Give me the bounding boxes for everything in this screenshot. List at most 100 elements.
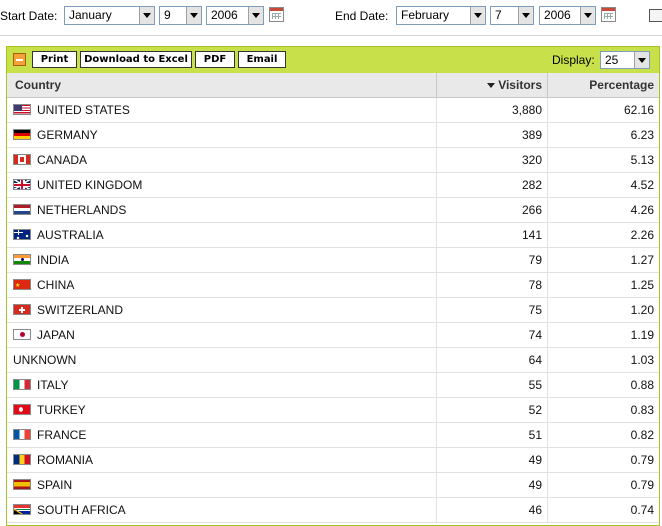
visitors-cell: 46 [436, 498, 542, 522]
us-flag-icon [13, 104, 31, 115]
table-row[interactable]: INDIA 79 1.27 [7, 248, 659, 273]
country-name: GERMANY [37, 128, 98, 142]
visitors-cell: 64 [436, 348, 542, 372]
country-name: UNITED STATES [37, 103, 130, 117]
display-count-select[interactable]: 25 [600, 51, 650, 69]
table-row[interactable]: TURKEY 52 0.83 [7, 398, 659, 423]
percentage-cell: 6.23 [547, 123, 654, 147]
table-row[interactable]: SWITZERLAND 75 1.20 [7, 298, 659, 323]
column-header-percentage[interactable]: Percentage [547, 73, 654, 97]
divider [0, 35, 662, 36]
in-flag-icon [13, 254, 31, 265]
country-name: CHINA [37, 278, 75, 292]
chevron-down-icon [634, 52, 649, 68]
es-flag-icon [13, 479, 31, 490]
date-filter-bar: Start Date: January 9 2006 End Date: Feb… [0, 0, 662, 34]
country-name: TURKEY [37, 403, 86, 417]
table-row[interactable]: UNKNOWN 64 1.03 [7, 348, 659, 373]
table-row[interactable]: AUSTRALIA 141 2.26 [7, 223, 659, 248]
country-name: ITALY [37, 378, 69, 392]
country-cell: JAPAN [13, 323, 75, 347]
start-date-label: Start Date: [0, 9, 58, 23]
visitors-cell: 320 [436, 148, 542, 172]
end-year-select[interactable]: 2006 [539, 6, 596, 25]
visitors-cell: 75 [436, 298, 542, 322]
country-cell: NETHERLANDS [13, 198, 126, 222]
chevron-down-icon [580, 7, 595, 24]
country-name: AUSTRALIA [37, 228, 104, 242]
country-name: JAPAN [37, 328, 75, 342]
table-row[interactable]: ITALY 55 0.88 [7, 373, 659, 398]
de-flag-icon [13, 129, 31, 140]
visitors-cell: 49 [436, 448, 542, 472]
email-button[interactable]: Email [238, 51, 286, 68]
country-name: ROMANIA [37, 453, 94, 467]
table-row[interactable]: FRANCE 51 0.82 [7, 423, 659, 448]
table-body: UNITED STATES 3,880 62.16 GERMANY 389 6.23 CAN… [7, 98, 659, 523]
country-cell: UNITED STATES [13, 98, 130, 122]
visitors-cell: 389 [436, 123, 542, 147]
column-header-country[interactable]: Country [15, 73, 61, 97]
percentage-cell: 0.79 [547, 473, 654, 497]
country-name: UNITED KINGDOM [37, 178, 143, 192]
table-row[interactable]: GERMANY 389 6.23 [7, 123, 659, 148]
table-row[interactable]: NETHERLANDS 266 4.26 [7, 198, 659, 223]
start-day-select[interactable]: 9 [159, 6, 202, 25]
au-flag-icon [13, 229, 31, 240]
table-row[interactable]: ROMANIA 49 0.79 [7, 448, 659, 473]
visitors-cell: 78 [436, 273, 542, 297]
table-row[interactable]: SOUTH AFRICA 46 0.74 [7, 498, 659, 523]
visitors-cell: 49 [436, 473, 542, 497]
fr-flag-icon [13, 429, 31, 440]
percentage-cell: 1.25 [547, 273, 654, 297]
jp-flag-icon [13, 329, 31, 340]
tr-flag-icon [13, 404, 31, 415]
country-cell: UNITED KINGDOM [13, 173, 142, 197]
gb-flag-icon [13, 179, 31, 190]
percentage-cell: 4.52 [547, 173, 654, 197]
country-name: SOUTH AFRICA [37, 503, 126, 517]
end-calendar-icon[interactable] [601, 7, 616, 22]
percentage-cell: 0.88 [547, 373, 654, 397]
start-month-select[interactable]: January [64, 6, 155, 25]
country-name: SWITZERLAND [37, 303, 124, 317]
start-year-select[interactable]: 2006 [206, 6, 264, 25]
percentage-cell: 0.74 [547, 498, 654, 522]
end-day-select[interactable]: 7 [490, 6, 534, 25]
table-row[interactable]: UNITED STATES 3,880 62.16 [7, 98, 659, 123]
visitors-cell: 141 [436, 223, 542, 247]
column-header-visitors[interactable]: Visitors [436, 73, 542, 97]
collapse-icon[interactable] [13, 53, 26, 66]
report-toolbar: Print Download to Excel PDF Email Displa… [7, 47, 659, 73]
ch-flag-icon [13, 304, 31, 315]
visitors-cell: 3,880 [436, 98, 542, 122]
country-cell: INDIA [13, 248, 69, 272]
download-excel-button[interactable]: Download to Excel [80, 51, 192, 68]
visitors-by-country-panel: Print Download to Excel PDF Email Displa… [6, 46, 660, 526]
pdf-button[interactable]: PDF [195, 51, 235, 68]
percentage-cell: 0.79 [547, 448, 654, 472]
percentage-cell: 0.82 [547, 423, 654, 447]
table-row[interactable]: JAPAN 74 1.19 [7, 323, 659, 348]
print-button[interactable]: Print [32, 51, 77, 68]
end-month-select[interactable]: February [396, 6, 486, 25]
country-cell: AUSTRALIA [13, 223, 104, 247]
it-flag-icon [13, 379, 31, 390]
country-cell: FRANCE [13, 423, 86, 447]
table-row[interactable]: UNITED KINGDOM 282 4.52 [7, 173, 659, 198]
table-row[interactable]: SPAIN 49 0.79 [7, 473, 659, 498]
country-name: FRANCE [37, 428, 87, 442]
country-cell: ITALY [13, 373, 69, 397]
percentage-cell: 62.16 [547, 98, 654, 122]
end-date-label: End Date: [335, 9, 389, 23]
submit-button[interactable] [649, 9, 662, 22]
percentage-cell: 4.26 [547, 198, 654, 222]
country-name: SPAIN [37, 478, 73, 492]
table-row[interactable]: CANADA 320 5.13 [7, 148, 659, 173]
table-row[interactable]: CHINA 781.25 [7, 273, 659, 298]
percentage-cell: 2.26 [547, 223, 654, 247]
ca-flag-icon [13, 154, 31, 165]
visitors-cell: 79 [436, 248, 542, 272]
visitors-cell: 266 [436, 198, 542, 222]
start-calendar-icon[interactable] [269, 7, 284, 22]
